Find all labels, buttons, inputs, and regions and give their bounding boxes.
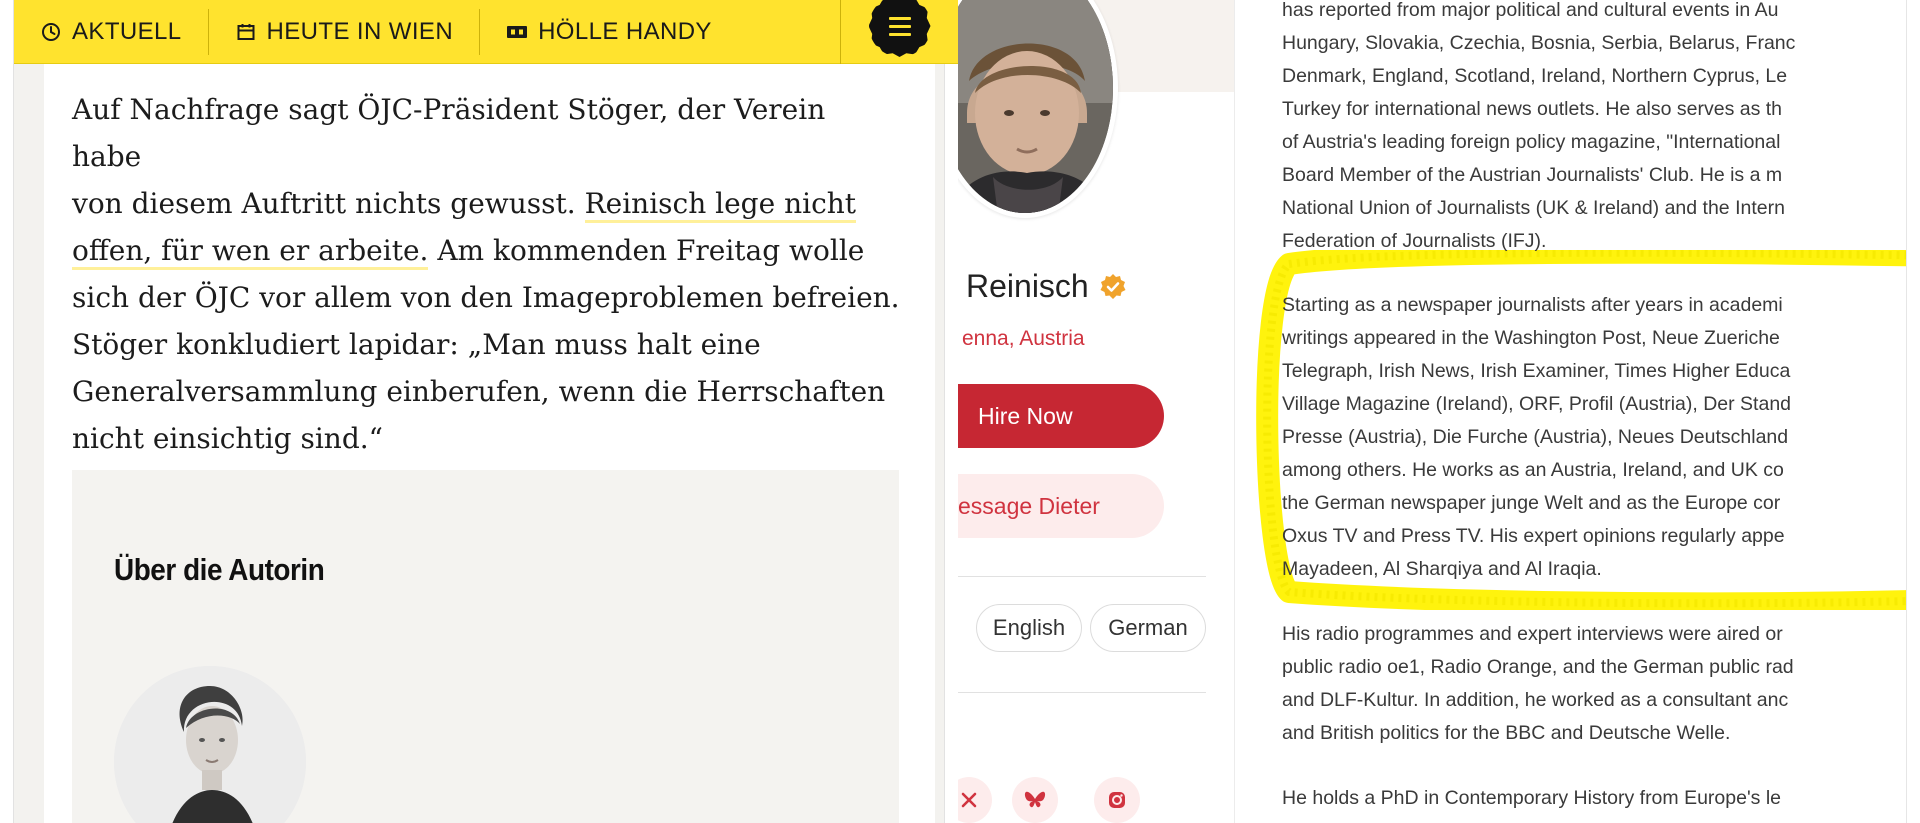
clock-icon <box>40 21 62 43</box>
article-line: sich der ÖJC vor allem von den Imageprob… <box>72 274 902 321</box>
bio-line: Telegraph, Irish News, Irish Examiner, T… <box>1282 360 1791 382</box>
article-text-segment: Auf Nachfrage sagt ÖJC-Präsident Stöger,… <box>72 93 826 173</box>
hire-now-button[interactable]: Hire Now <box>958 384 1164 448</box>
bio-line: public radio oe1, Radio Orange, and the … <box>1282 656 1794 678</box>
panel-edge <box>1906 0 1920 823</box>
article-line: Auf Nachfrage sagt ÖJC-Präsident Stöger,… <box>72 86 902 180</box>
instagram-icon[interactable] <box>1094 777 1140 823</box>
profile-name: Reinisch <box>966 268 1127 305</box>
article-line: Generalversammlung einberufen, wenn die … <box>72 368 902 415</box>
author-box: Über die Autorin <box>72 470 899 823</box>
calendar-icon <box>235 21 257 43</box>
bio-line: Mayadeen, Al Sharqiya and Al Iraqia. <box>1282 558 1602 580</box>
article-paragraph: Auf Nachfrage sagt ÖJC-Präsident Stöger,… <box>72 86 902 462</box>
bio-line: He holds a PhD in Contemporary History f… <box>1282 787 1782 809</box>
bio-line: Village Magazine (Ireland), ORF, Profil … <box>1282 393 1792 415</box>
bio-line: Turkey for international news outlets. H… <box>1282 98 1783 120</box>
message-button[interactable]: essage Dieter <box>958 474 1164 538</box>
language-chip-german[interactable]: German <box>1090 604 1206 652</box>
article-text-segment: von diesem Auftritt nichts gewusst. <box>72 187 585 220</box>
highlighted-text: Reinisch lege nicht <box>584 187 857 223</box>
bluesky-icon[interactable] <box>1012 777 1058 823</box>
bio-paragraph-highlighted: Starting as a newspaper journalists afte… <box>1282 289 1920 586</box>
article-text-segment: nicht einsichtig sind.“ <box>72 422 383 455</box>
ticket-icon <box>506 21 528 43</box>
bio-line: of Austria's leading foreign policy maga… <box>1282 131 1781 153</box>
highlighted-text: offen, für wen er arbeite. <box>72 234 429 270</box>
hamburger-menu-icon[interactable] <box>868 0 931 57</box>
nav-item-label: AKTUELL <box>72 17 182 45</box>
article-line: offen, für wen er arbeite. Am kommenden … <box>72 227 902 274</box>
news-top-nav: AKTUELL HEUTE IN WIEN HÖLLE HANDY <box>14 0 958 64</box>
bio-line: Federation of Journalists (IFJ). <box>1282 230 1547 252</box>
bio-panel: has reported from major political and cu… <box>1235 0 1920 823</box>
nav-item-hoelle-handy[interactable]: HÖLLE HANDY <box>480 0 738 64</box>
profile-location: enna, Austria <box>962 327 1085 350</box>
bio-line: His radio programmes and expert intervie… <box>1282 623 1783 645</box>
bio-line: writings appeared in the Washington Post… <box>1282 327 1780 349</box>
nav-item-heute-in-wien[interactable]: HEUTE IN WIEN <box>209 0 480 64</box>
panel-edge <box>944 0 958 823</box>
author-photo <box>114 666 306 823</box>
article-text-segment: Stöger konkludiert lapidar: „Man muss ha… <box>72 328 761 361</box>
article-text-segment: sich der ÖJC vor allem von den Imageprob… <box>72 281 900 314</box>
author-heading: Über die Autorin <box>114 552 325 587</box>
article-line: Stöger konkludiert lapidar: „Man muss ha… <box>72 321 902 368</box>
panel-edge <box>0 0 14 823</box>
bio-line: Hungary, Slovakia, Czechia, Bosnia, Serb… <box>1282 32 1796 54</box>
bio-line: has reported from major political and cu… <box>1282 0 1779 21</box>
nav-item-aktuell[interactable]: AKTUELL <box>14 0 208 64</box>
bio-paragraph: He holds a PhD in Contemporary History f… <box>1282 782 1920 815</box>
profile-avatar <box>958 0 1118 218</box>
bio-line: the German newspaper junge Welt and as t… <box>1282 492 1781 514</box>
bio-line: Denmark, England, Scotland, Ireland, Nor… <box>1282 65 1788 87</box>
bio-paragraph: has reported from major political and cu… <box>1282 0 1920 258</box>
bio-line: National Union of Journalists (UK & Irel… <box>1282 197 1785 219</box>
bio-line: Presse (Austria), Die Furche (Austria), … <box>1282 426 1789 448</box>
profile-name-text: Reinisch <box>966 268 1089 304</box>
bio-line: Board Member of the Austrian Journalists… <box>1282 164 1783 186</box>
bio-line: and British politics for the BBC and Deu… <box>1282 722 1731 744</box>
bio-line: among others. He works as an Austria, Ir… <box>1282 459 1784 481</box>
article-line: nicht einsichtig sind.“ <box>72 415 902 462</box>
news-article-panel: AKTUELL HEUTE IN WIEN HÖLLE HANDY Auf Na… <box>0 0 958 823</box>
divider <box>958 692 1206 693</box>
bio-line: Oxus TV and Press TV. His expert opinion… <box>1282 525 1785 547</box>
bio-line: Starting as a newspaper journalists afte… <box>1282 294 1783 316</box>
profile-card: Reinisch enna, Austria Hire Now essage D… <box>958 0 1235 823</box>
nav-item-label: HEUTE IN WIEN <box>266 17 454 45</box>
language-chip-english[interactable]: English <box>976 604 1082 652</box>
divider <box>958 576 1206 577</box>
nav-item-label: HÖLLE HANDY <box>538 17 712 45</box>
verified-badge-icon <box>1099 273 1127 301</box>
article-text-segment: Am kommenden Freitag wolle <box>428 234 865 267</box>
article-line: von diesem Auftritt nichts gewusst. Rein… <box>72 180 902 227</box>
bio-line: and DLF-Kultur. In addition, he worked a… <box>1282 689 1789 711</box>
menu-container <box>840 0 958 64</box>
bio-paragraph: His radio programmes and expert intervie… <box>1282 618 1920 750</box>
article-text-segment: Generalversammlung einberufen, wenn die … <box>72 375 886 408</box>
x-icon[interactable] <box>958 777 992 823</box>
